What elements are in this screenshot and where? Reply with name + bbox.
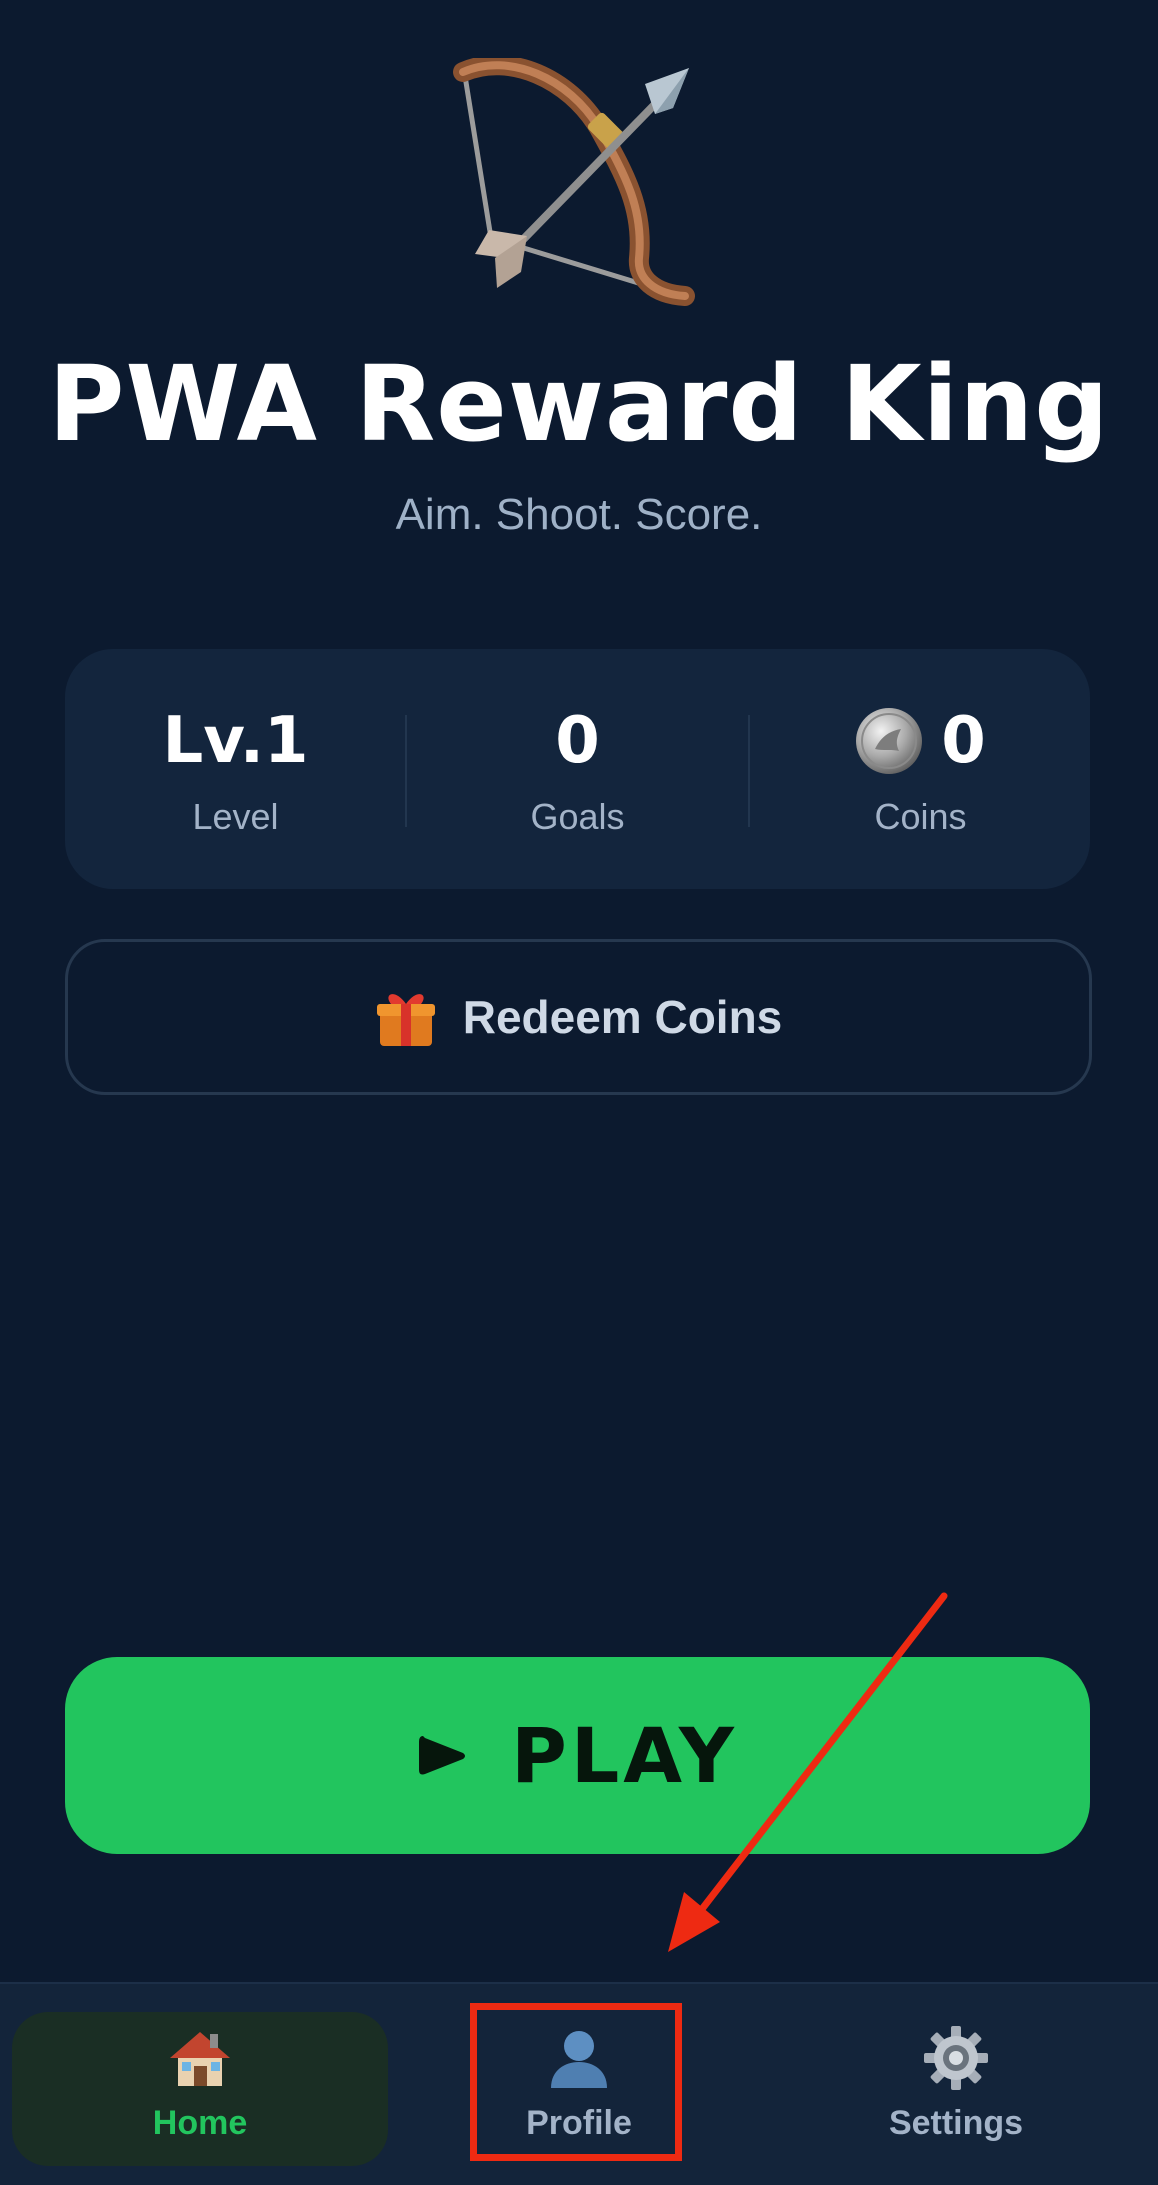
nav-label-profile: Profile <box>526 2104 632 2142</box>
goals-stat: 0 Goals <box>407 649 748 889</box>
stats-card: Lv.1 Level 0 Goals 0 Coins <box>65 649 1090 889</box>
coins-value-row: 0 <box>750 701 1091 781</box>
nav-item-settings[interactable]: Settings <box>768 2012 1144 2166</box>
coins-label: Coins <box>874 796 967 837</box>
play-label: PLAY <box>511 1711 738 1800</box>
coins-stat: 0 Coins <box>750 649 1091 889</box>
app-title: PWA Reward King <box>48 343 1110 465</box>
gear-icon <box>924 2026 988 2090</box>
level-stat: Lv.1 Level <box>65 649 406 889</box>
bottom-nav: Home Profile Settings <box>0 1982 1158 2185</box>
level-value: Lv.1 <box>162 704 309 778</box>
house-icon <box>170 2032 230 2086</box>
bow-and-arrow-icon <box>453 58 695 306</box>
goals-value: 0 <box>555 704 600 778</box>
user-icon <box>551 2031 607 2088</box>
app-subtitle: Aim. Shoot. Score. <box>395 490 763 539</box>
gift-icon <box>376 994 435 1046</box>
coins-value: 0 <box>941 704 986 778</box>
redeem-coins-label: Redeem Coins <box>462 991 783 1043</box>
redeem-coins-button[interactable]: Redeem Coins <box>65 939 1092 1095</box>
level-label: Level <box>192 796 279 837</box>
play-button[interactable]: PLAY <box>65 1657 1090 1854</box>
nav-item-profile[interactable]: Profile <box>391 2012 767 2166</box>
nav-label-settings: Settings <box>888 2104 1024 2142</box>
coin-icon <box>856 708 923 774</box>
play-icon <box>419 1735 466 1774</box>
nav-label-home: Home <box>152 2104 248 2142</box>
nav-item-home[interactable]: Home <box>12 2012 388 2166</box>
goals-label: Goals <box>530 796 625 837</box>
app-screen: PWA Reward King Aim. Shoot. Score. Lv.1 … <box>0 0 1158 2185</box>
